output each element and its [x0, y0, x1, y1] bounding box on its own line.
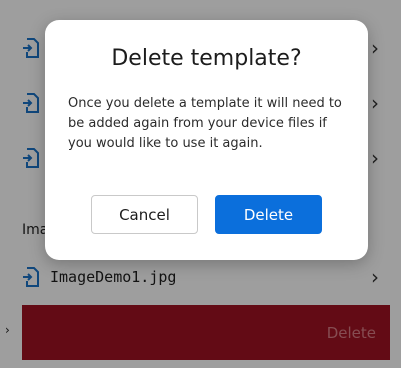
- dialog-title: Delete template?: [111, 46, 302, 71]
- dialog-message: Once you delete a template it will need …: [68, 96, 342, 151]
- delete-button[interactable]: Delete: [215, 195, 322, 234]
- cancel-button[interactable]: Cancel: [91, 195, 198, 234]
- delete-template-dialog: Delete template? Once you delete a templ…: [45, 20, 368, 260]
